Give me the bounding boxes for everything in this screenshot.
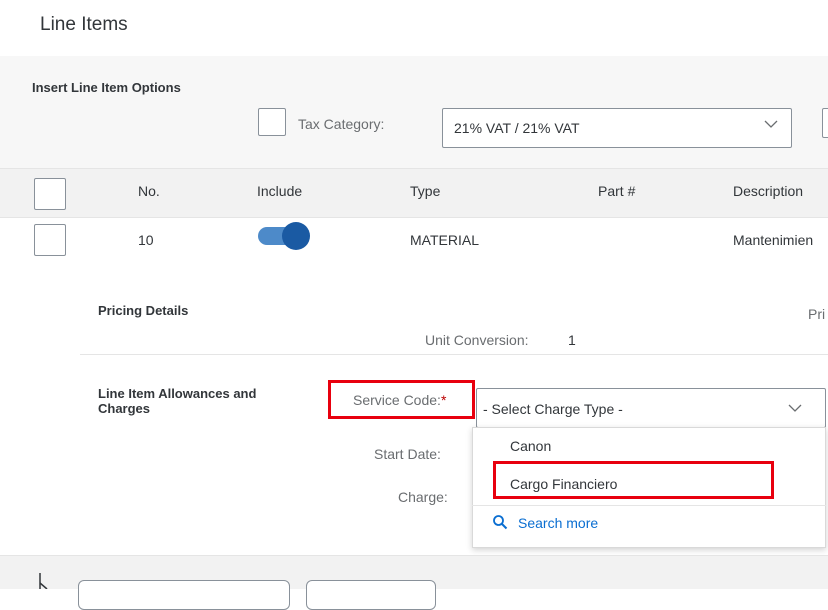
pricing-column-label: Pri [808, 306, 826, 322]
column-header-no[interactable]: No. [138, 183, 160, 199]
search-icon[interactable] [492, 514, 508, 530]
unit-conversion-value: 1 [568, 332, 576, 348]
charge-label: Charge: [398, 489, 448, 505]
chevron-down-icon[interactable] [763, 116, 779, 132]
cargo-financiero-highlight [493, 461, 774, 499]
details-divider [80, 354, 828, 355]
dropdown-divider [472, 505, 826, 506]
allowances-charges-title: Line Item Allowances and Charges [98, 386, 257, 416]
start-date-label: Start Date: [374, 446, 441, 462]
chevron-down-icon[interactable] [787, 400, 803, 416]
select-all-checkbox[interactable] [34, 178, 66, 210]
column-header-part[interactable]: Part # [598, 183, 635, 199]
row-indent-icon [39, 573, 48, 589]
include-toggle-knob[interactable] [282, 222, 310, 250]
pricing-details-title: Pricing Details [98, 303, 189, 318]
toolbar-button[interactable] [78, 580, 290, 610]
page-title: Line Items [40, 14, 128, 35]
service-code-highlight [328, 380, 475, 419]
unit-conversion-label: Unit Conversion: [425, 332, 529, 348]
toolbar-button[interactable] [306, 580, 436, 610]
row-description: Mantenimien [733, 232, 814, 248]
row-checkbox[interactable] [34, 224, 66, 256]
dropdown-option-canon[interactable]: Canon [510, 438, 551, 454]
insert-options-title: Insert Line Item Options [32, 80, 181, 95]
tax-category-checkbox[interactable] [258, 108, 286, 136]
search-more-link[interactable]: Search more [518, 515, 598, 531]
column-header-description[interactable]: Description [733, 183, 803, 199]
option-box[interactable] [822, 108, 828, 138]
row-type: MATERIAL [410, 232, 479, 248]
column-header-type[interactable]: Type [410, 183, 440, 199]
charge-type-placeholder: - Select Charge Type - [483, 401, 623, 417]
column-header-include[interactable]: Include [257, 183, 302, 199]
row-number: 10 [138, 232, 154, 248]
tax-category-value: 21% VAT / 21% VAT [454, 120, 580, 136]
tax-category-label: Tax Category: [298, 116, 385, 132]
